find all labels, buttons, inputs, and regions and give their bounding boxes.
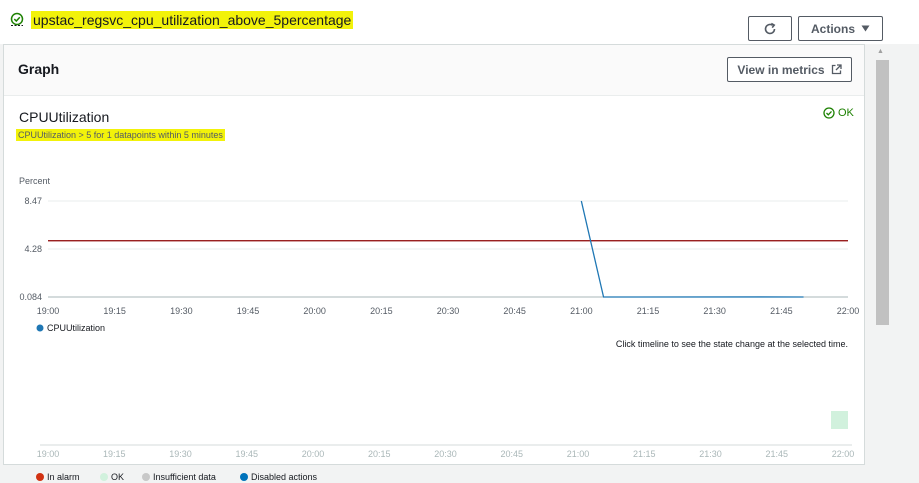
ok-check-icon [823, 107, 835, 119]
alarm-name: upstac_regsvc_cpu_utilization_above_5per… [31, 11, 353, 29]
x-tick-label: 20:15 [370, 306, 393, 316]
timeline-x-tick-label: 20:45 [500, 449, 523, 459]
timeline-x-tick-label: 20:00 [302, 449, 325, 459]
x-tick-label: 22:00 [837, 306, 860, 316]
timeline-legend-label: Disabled actions [251, 472, 318, 482]
y-axis-label: Percent [19, 176, 50, 186]
timeline-legend-label: OK [111, 472, 124, 482]
timeline-x-tick-label: 22:00 [832, 449, 855, 459]
timeline-legend-label: Insufficient data [153, 472, 216, 482]
chart-title: CPUUtilization [19, 109, 109, 125]
actions-label: Actions [811, 22, 855, 36]
timeline-x-tick-label: 21:45 [765, 449, 788, 459]
x-tick-label: 21:00 [570, 306, 593, 316]
cpu-utilization-chart[interactable]: 8.47 4.28 0.084 19:00 19:15 19:30 19:45 20:00 20… [4, 190, 864, 340]
timeline-x-tick-label: 19:30 [169, 449, 192, 459]
timeline-legend-label: In alarm [47, 472, 80, 482]
x-tick-label: 21:30 [703, 306, 726, 316]
timeline-legend-swatch [36, 473, 44, 481]
alarm-state-label: OK [838, 107, 854, 119]
y-tick-label: 8.47 [24, 196, 42, 206]
timeline-x-tick-label: 21:00 [567, 449, 590, 459]
alarm-state-timeline[interactable]: Click timeline to see the state change a… [4, 323, 864, 483]
x-tick-label: 19:00 [37, 306, 60, 316]
x-tick-label: 19:45 [237, 306, 260, 316]
panel-title: Graph [18, 61, 59, 77]
external-link-icon [831, 64, 842, 75]
actions-button[interactable]: Actions [798, 16, 883, 41]
timeline-x-tick-label: 21:15 [633, 449, 656, 459]
timeline-x-tick-label: 19:00 [37, 449, 60, 459]
x-tick-label: 20:45 [503, 306, 526, 316]
scroll-up-arrow[interactable]: ▲ [877, 48, 884, 55]
scrollbar-thumb[interactable] [876, 60, 889, 325]
alarm-header-bar: upstac_regsvc_cpu_utilization_above_5per… [0, 0, 919, 44]
view-in-metrics-label: View in metrics [737, 63, 824, 77]
refresh-icon [763, 22, 777, 36]
graph-panel-header: Graph View in metrics [4, 45, 864, 96]
refresh-button[interactable] [748, 16, 792, 41]
y-tick-label: 0.084 [19, 292, 42, 302]
timeline-legend-swatch [142, 473, 150, 481]
alarm-state: OK [823, 107, 854, 119]
y-tick-label: 4.28 [24, 244, 42, 254]
chart-subtitle: CPUUtilization > 5 for 1 datapoints with… [16, 129, 225, 141]
timeline-x-tick-label: 20:15 [368, 449, 391, 459]
timeline-x-tick-label: 21:30 [699, 449, 722, 459]
timeline-x-tick-label: 19:45 [235, 449, 258, 459]
x-tick-label: 20:00 [303, 306, 326, 316]
ok-status-icon [10, 12, 24, 26]
graph-panel: Graph View in metrics CPUUtilization CPU… [3, 44, 865, 465]
ok-state-block [831, 411, 848, 429]
caret-down-icon [861, 25, 870, 32]
timeline-x-tick-label: 20:30 [434, 449, 457, 459]
timeline-x-tick-label: 19:15 [103, 449, 126, 459]
x-tick-label: 21:45 [770, 306, 793, 316]
x-tick-label: 19:30 [170, 306, 193, 316]
x-tick-label: 21:15 [637, 306, 660, 316]
timeline-hint: Click timeline to see the state change a… [616, 339, 848, 349]
x-tick-label: 20:30 [437, 306, 460, 316]
view-in-metrics-button[interactable]: View in metrics [727, 57, 852, 82]
x-tick-label: 19:15 [103, 306, 126, 316]
timeline-legend-swatch [240, 473, 248, 481]
timeline-legend-swatch [100, 473, 108, 481]
